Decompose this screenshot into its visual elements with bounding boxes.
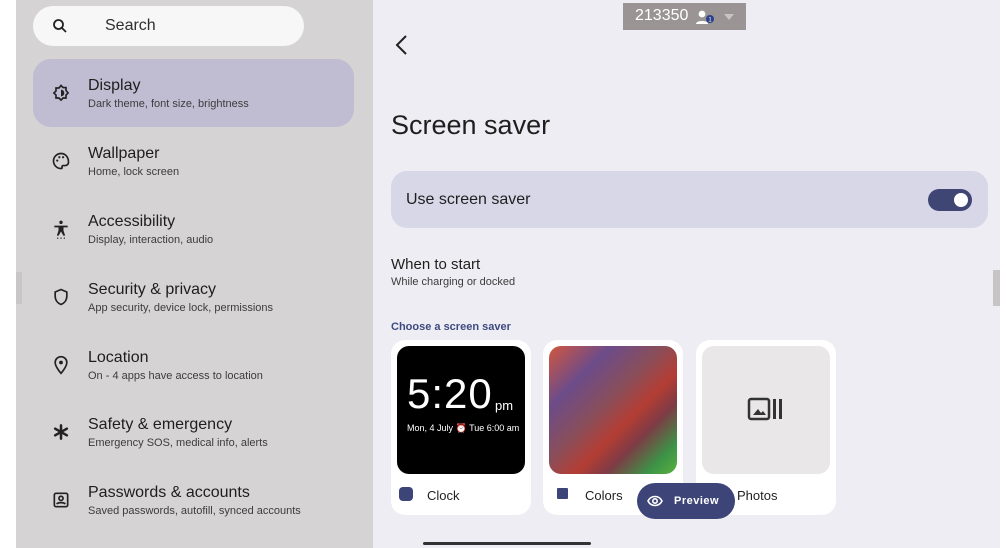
colors-preview-thumbnail xyxy=(549,346,677,474)
sidebar-item-title: Safety & emergency xyxy=(88,416,233,433)
square-icon xyxy=(557,488,568,499)
photos-preview-thumbnail xyxy=(702,346,830,474)
sidebar-item-subtitle: Dark theme, font size, brightness xyxy=(88,98,249,110)
sidebar-item-passwords[interactable]: Passwords & accounts Saved passwords, au… xyxy=(33,466,354,534)
sidebar-item-location[interactable]: Location On - 4 apps have access to loca… xyxy=(33,331,354,399)
use-screen-saver-toggle[interactable] xyxy=(928,189,972,211)
clock-time: 5:20 xyxy=(407,370,493,417)
location-pin-icon xyxy=(54,355,68,375)
use-screen-saver-label: Use screen saver xyxy=(406,191,531,208)
palette-icon xyxy=(52,152,70,170)
top-status-chip[interactable]: 213350 1 xyxy=(623,3,746,30)
sidebar-item-display[interactable]: Display Dark theme, font size, brightnes… xyxy=(33,59,354,127)
saver-name: Clock xyxy=(427,488,460,503)
sidebar: Search Display Dark theme, font size, br… xyxy=(16,0,373,548)
display-brightness-icon xyxy=(52,84,70,102)
status-chip-value: 213350 xyxy=(635,7,689,24)
sidebar-item-title: Display xyxy=(88,77,141,94)
sidebar-item-subtitle: Emergency SOS, medical info, alerts xyxy=(88,437,268,449)
sidebar-item-title: Security & privacy xyxy=(88,281,217,298)
sidebar-item-accessibility[interactable]: Accessibility Display, interaction, audi… xyxy=(33,195,354,263)
sidebar-item-wallpaper[interactable]: Wallpaper Home, lock screen xyxy=(33,127,354,195)
clock-preview-thumbnail: 5:20 pm Mon, 4 July ⏰ Tue 6:00 am xyxy=(397,346,525,474)
search-bar[interactable]: Search xyxy=(33,6,304,46)
left-edge-handle[interactable] xyxy=(16,272,22,304)
account-box-icon xyxy=(53,492,69,508)
saver-name: Photos xyxy=(737,488,778,503)
toggle-knob xyxy=(954,193,968,207)
sidebar-item-subtitle: App security, device lock, permissions xyxy=(88,302,274,314)
sidebar-item-safety[interactable]: Safety & emergency Emergency SOS, medica… xyxy=(33,398,354,466)
right-edge-handle[interactable] xyxy=(993,270,1000,306)
eye-icon xyxy=(647,495,663,507)
sidebar-item-subtitle: On - 4 apps have access to location xyxy=(88,370,263,382)
when-to-start-title[interactable]: When to start xyxy=(391,256,480,273)
sidebar-item-title: Wallpaper xyxy=(88,145,160,162)
back-arrow-icon[interactable] xyxy=(394,34,408,56)
preview-button[interactable]: Preview xyxy=(637,483,735,519)
clock-period: pm xyxy=(495,398,514,413)
search-placeholder: Search xyxy=(105,17,156,34)
selected-radio-icon xyxy=(399,487,413,501)
photo-album-icon xyxy=(747,397,782,421)
shield-icon xyxy=(54,288,68,306)
use-screen-saver-row[interactable]: Use screen saver xyxy=(391,171,988,228)
search-icon xyxy=(53,19,67,33)
sidebar-item-subtitle: Home, lock screen xyxy=(88,166,180,178)
preview-label: Preview xyxy=(674,495,720,507)
sidebar-item-title: Accessibility xyxy=(88,213,176,230)
sidebar-item-title: Passwords & accounts xyxy=(88,484,250,501)
navigation-handle[interactable] xyxy=(423,542,591,545)
sidebar-item-security[interactable]: Security & privacy App security, device … xyxy=(33,263,354,331)
page-title: Screen saver xyxy=(391,110,551,140)
saver-name: Colors xyxy=(585,488,623,503)
asterisk-icon xyxy=(53,424,69,440)
section-label: Choose a screen saver xyxy=(391,321,511,333)
accessibility-icon xyxy=(54,220,68,239)
sidebar-item-subtitle: Display, interaction, audio xyxy=(88,234,214,246)
chevron-down-icon xyxy=(724,14,734,20)
sidebar-item-subtitle: Saved passwords, autofill, synced accoun… xyxy=(88,505,301,517)
screen-saver-option-clock[interactable]: 5:20 pm Mon, 4 July ⏰ Tue 6:00 am Clock xyxy=(391,340,531,515)
sidebar-item-title: Location xyxy=(88,349,149,366)
people-icon: 1 xyxy=(696,10,714,24)
clock-date: Mon, 4 July ⏰ Tue 6:00 am xyxy=(407,423,520,433)
when-to-start-subtitle: While charging or docked xyxy=(391,276,516,288)
